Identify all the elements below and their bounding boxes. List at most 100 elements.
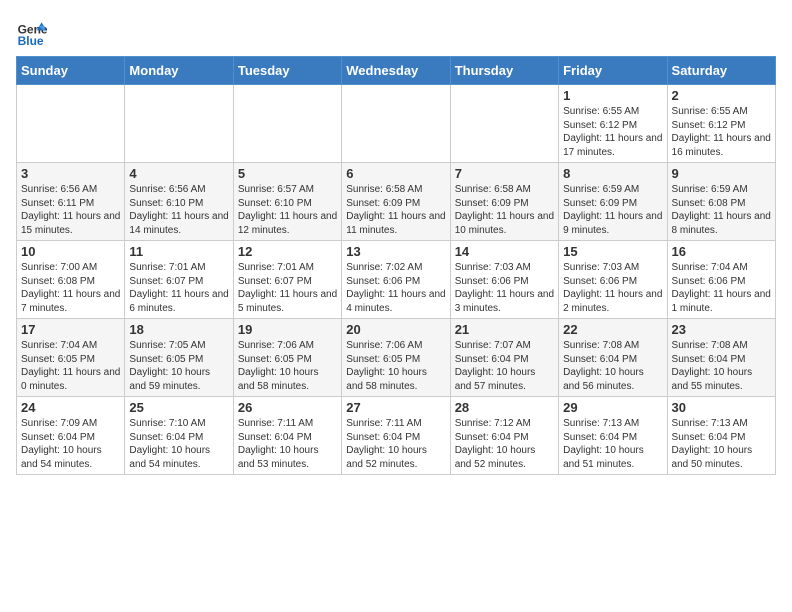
calendar-cell: 20 Sunrise: 7:06 AM Sunset: 6:05 PM Dayli…: [342, 319, 450, 397]
calendar-cell: 3Sunrise: 6:56 AM Sunset: 6:11 PM Daylig…: [17, 163, 125, 241]
day-number: 16: [672, 244, 771, 259]
logo: General Blue: [16, 16, 48, 48]
day-number: 9: [672, 166, 771, 181]
calendar-cell: [125, 85, 233, 163]
day-number: 11: [129, 244, 228, 259]
day-info: Sunrise: 7:11 AM Sunset: 6:04 PM Dayligh…: [238, 417, 337, 471]
calendar-cell: 5Sunrise: 6:57 AM Sunset: 6:10 PM Daylig…: [233, 163, 341, 241]
day-info: Sunrise: 6:58 AM Sunset: 6:09 PM Dayligh…: [346, 183, 445, 237]
day-number: 4: [129, 166, 228, 181]
calendar-cell: 16 Sunrise: 7:04 AM Sunset: 6:06 PM Dayli…: [667, 241, 775, 319]
day-number: 19: [238, 322, 337, 337]
day-info: Sunrise: 7:01 AM Sunset: 6:07 PM Dayligh…: [238, 261, 337, 315]
day-info: Sunrise: 6:56 AM Sunset: 6:10 PM Dayligh…: [129, 183, 228, 237]
calendar-week-row: 10 Sunrise: 7:00 AM Sunset: 6:08 PM Dayli…: [17, 241, 776, 319]
calendar-cell: 4 Sunrise: 6:56 AM Sunset: 6:10 PM Daylig…: [125, 163, 233, 241]
calendar-cell: 7 Sunrise: 6:58 AM Sunset: 6:09 PM Daylig…: [450, 163, 558, 241]
day-number: 27: [346, 400, 445, 415]
day-number: 17: [21, 322, 120, 337]
calendar-cell: 22 Sunrise: 7:08 AM Sunset: 6:04 PM Dayli…: [559, 319, 667, 397]
day-number: 2: [672, 88, 771, 103]
calendar-cell: 12 Sunrise: 7:01 AM Sunset: 6:07 PM Dayli…: [233, 241, 341, 319]
page-header: General Blue: [16, 16, 776, 48]
day-number: 7: [455, 166, 554, 181]
day-of-week-header: Tuesday: [233, 57, 341, 85]
day-info: Sunrise: 7:00 AM Sunset: 6:08 PM Dayligh…: [21, 261, 120, 315]
day-number: 1: [563, 88, 662, 103]
day-info: Sunrise: 7:13 AM Sunset: 6:04 PM Dayligh…: [672, 417, 771, 471]
calendar-cell: 9 Sunrise: 6:59 AM Sunset: 6:08 PM Daylig…: [667, 163, 775, 241]
calendar-cell: [17, 85, 125, 163]
calendar-cell: 25 Sunrise: 7:10 AM Sunset: 6:04 PM Dayli…: [125, 397, 233, 475]
day-info: Sunrise: 6:55 AM Sunset: 6:12 PM Dayligh…: [563, 105, 662, 159]
day-number: 26: [238, 400, 337, 415]
calendar-cell: 1 Sunrise: 6:55 AM Sunset: 6:12 PM Daylig…: [559, 85, 667, 163]
calendar-cell: 26 Sunrise: 7:11 AM Sunset: 6:04 PM Dayli…: [233, 397, 341, 475]
calendar-cell: 24 Sunrise: 7:09 AM Sunset: 6:04 PM Dayli…: [17, 397, 125, 475]
calendar-cell: 15 Sunrise: 7:03 AM Sunset: 6:06 PM Dayli…: [559, 241, 667, 319]
calendar-week-row: 1 Sunrise: 6:55 AM Sunset: 6:12 PM Daylig…: [17, 85, 776, 163]
day-number: 28: [455, 400, 554, 415]
calendar-cell: 17 Sunrise: 7:04 AM Sunset: 6:05 PM Dayli…: [17, 319, 125, 397]
svg-text:Blue: Blue: [18, 34, 44, 48]
day-number: 25: [129, 400, 228, 415]
day-info: Sunrise: 7:08 AM Sunset: 6:04 PM Dayligh…: [563, 339, 662, 393]
calendar-header-row: SundayMondayTuesdayWednesdayThursdayFrid…: [17, 57, 776, 85]
day-number: 8: [563, 166, 662, 181]
day-of-week-header: Friday: [559, 57, 667, 85]
day-of-week-header: Monday: [125, 57, 233, 85]
calendar-week-row: 24 Sunrise: 7:09 AM Sunset: 6:04 PM Dayli…: [17, 397, 776, 475]
day-number: 24: [21, 400, 120, 415]
calendar-cell: 2 Sunrise: 6:55 AM Sunset: 6:12 PM Daylig…: [667, 85, 775, 163]
calendar-cell: 14Sunrise: 7:03 AM Sunset: 6:06 PM Dayli…: [450, 241, 558, 319]
day-info: Sunrise: 7:01 AM Sunset: 6:07 PM Dayligh…: [129, 261, 228, 315]
day-info: Sunrise: 7:04 AM Sunset: 6:06 PM Dayligh…: [672, 261, 771, 315]
day-of-week-header: Thursday: [450, 57, 558, 85]
day-number: 6: [346, 166, 445, 181]
day-info: Sunrise: 6:59 AM Sunset: 6:08 PM Dayligh…: [672, 183, 771, 237]
logo-icon: General Blue: [16, 16, 48, 48]
calendar-cell: [233, 85, 341, 163]
day-number: 20: [346, 322, 445, 337]
day-info: Sunrise: 7:09 AM Sunset: 6:04 PM Dayligh…: [21, 417, 120, 471]
calendar-cell: 27 Sunrise: 7:11 AM Sunset: 6:04 PM Dayli…: [342, 397, 450, 475]
calendar-cell: 21Sunrise: 7:07 AM Sunset: 6:04 PM Dayli…: [450, 319, 558, 397]
day-info: Sunrise: 7:11 AM Sunset: 6:04 PM Dayligh…: [346, 417, 445, 471]
day-info: Sunrise: 7:08 AM Sunset: 6:04 PM Dayligh…: [672, 339, 771, 393]
calendar-cell: 30Sunrise: 7:13 AM Sunset: 6:04 PM Dayli…: [667, 397, 775, 475]
day-info: Sunrise: 7:06 AM Sunset: 6:05 PM Dayligh…: [346, 339, 445, 393]
calendar-cell: 28 Sunrise: 7:12 AM Sunset: 6:04 PM Dayli…: [450, 397, 558, 475]
calendar-cell: [450, 85, 558, 163]
calendar-cell: 18 Sunrise: 7:05 AM Sunset: 6:05 PM Dayli…: [125, 319, 233, 397]
day-number: 29: [563, 400, 662, 415]
day-info: Sunrise: 7:04 AM Sunset: 6:05 PM Dayligh…: [21, 339, 120, 393]
day-number: 15: [563, 244, 662, 259]
day-info: Sunrise: 7:13 AM Sunset: 6:04 PM Dayligh…: [563, 417, 662, 471]
day-number: 13: [346, 244, 445, 259]
calendar-cell: 29 Sunrise: 7:13 AM Sunset: 6:04 PM Dayli…: [559, 397, 667, 475]
day-info: Sunrise: 7:03 AM Sunset: 6:06 PM Dayligh…: [455, 261, 554, 315]
day-of-week-header: Sunday: [17, 57, 125, 85]
day-of-week-header: Saturday: [667, 57, 775, 85]
day-number: 23: [672, 322, 771, 337]
day-info: Sunrise: 7:05 AM Sunset: 6:05 PM Dayligh…: [129, 339, 228, 393]
day-info: Sunrise: 7:10 AM Sunset: 6:04 PM Dayligh…: [129, 417, 228, 471]
day-number: 10: [21, 244, 120, 259]
day-number: 18: [129, 322, 228, 337]
day-info: Sunrise: 7:12 AM Sunset: 6:04 PM Dayligh…: [455, 417, 554, 471]
day-info: Sunrise: 6:56 AM Sunset: 6:11 PM Dayligh…: [21, 183, 120, 237]
day-number: 12: [238, 244, 337, 259]
day-number: 22: [563, 322, 662, 337]
day-info: Sunrise: 6:55 AM Sunset: 6:12 PM Dayligh…: [672, 105, 771, 159]
calendar-cell: [342, 85, 450, 163]
calendar-cell: 8Sunrise: 6:59 AM Sunset: 6:09 PM Daylig…: [559, 163, 667, 241]
calendar-week-row: 3Sunrise: 6:56 AM Sunset: 6:11 PM Daylig…: [17, 163, 776, 241]
calendar-table: SundayMondayTuesdayWednesdayThursdayFrid…: [16, 56, 776, 475]
calendar-cell: 6 Sunrise: 6:58 AM Sunset: 6:09 PM Daylig…: [342, 163, 450, 241]
day-info: Sunrise: 7:06 AM Sunset: 6:05 PM Dayligh…: [238, 339, 337, 393]
calendar-cell: 10 Sunrise: 7:00 AM Sunset: 6:08 PM Dayli…: [17, 241, 125, 319]
day-info: Sunrise: 7:03 AM Sunset: 6:06 PM Dayligh…: [563, 261, 662, 315]
calendar-cell: 19 Sunrise: 7:06 AM Sunset: 6:05 PM Dayli…: [233, 319, 341, 397]
calendar-cell: 11 Sunrise: 7:01 AM Sunset: 6:07 PM Dayli…: [125, 241, 233, 319]
day-info: Sunrise: 6:58 AM Sunset: 6:09 PM Dayligh…: [455, 183, 554, 237]
